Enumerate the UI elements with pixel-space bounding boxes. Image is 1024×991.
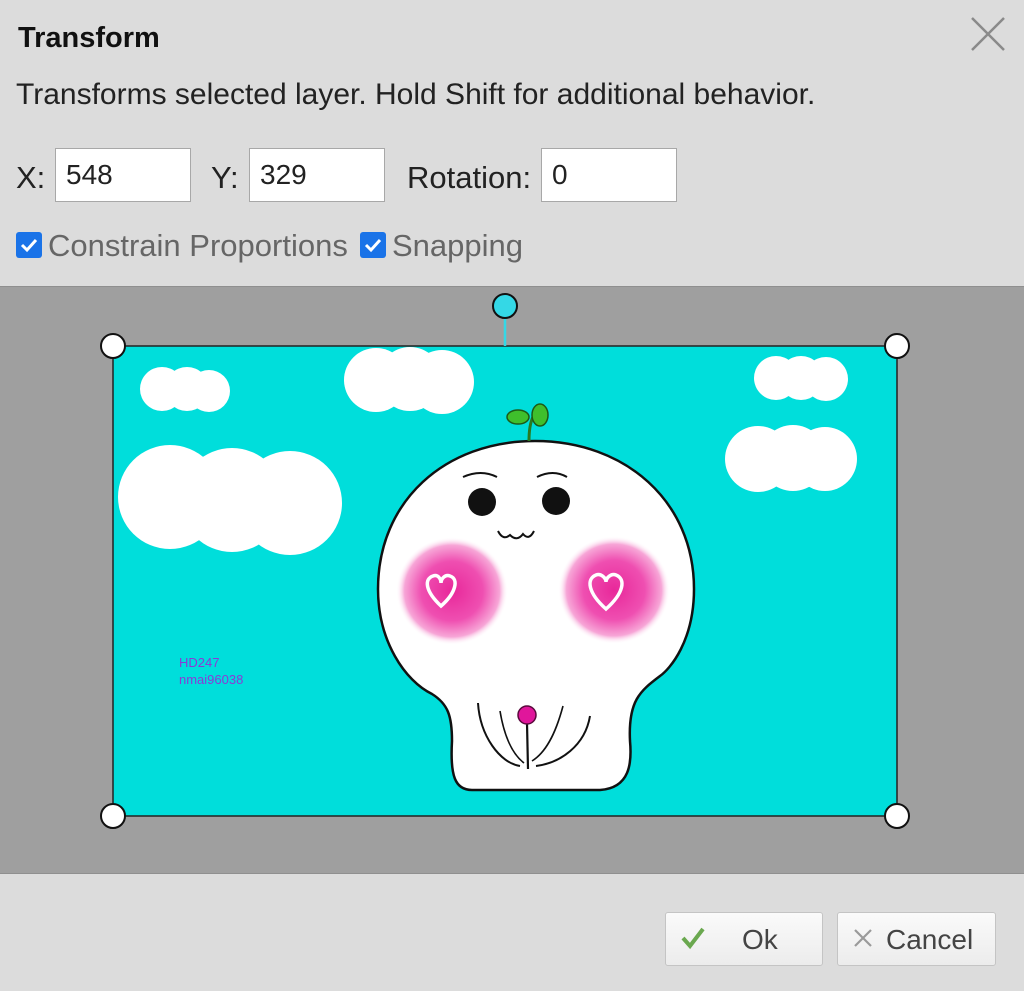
ok-button-label: Ok bbox=[742, 924, 778, 955]
rotate-handle[interactable] bbox=[492, 293, 518, 319]
watermark-line2: nmai96038 bbox=[179, 672, 243, 687]
dialog-title: Transform bbox=[18, 22, 160, 54]
checkmark-icon bbox=[20, 238, 38, 253]
x-icon bbox=[854, 929, 872, 947]
cancel-button-label: Cancel bbox=[886, 924, 974, 955]
y-input[interactable] bbox=[249, 148, 385, 202]
dialog-description: Transforms selected layer. Hold Shift fo… bbox=[16, 78, 816, 111]
checkmark-icon bbox=[364, 238, 382, 253]
layer-image[interactable]: HD247 nmai96038 bbox=[112, 345, 898, 817]
transform-dialog: Transform Transforms selected layer. Hol… bbox=[0, 0, 1024, 991]
close-icon[interactable] bbox=[966, 12, 1010, 56]
resize-handle-bottom-right[interactable] bbox=[884, 803, 910, 829]
x-input[interactable] bbox=[55, 148, 191, 202]
resize-handle-top-left[interactable] bbox=[100, 333, 126, 359]
watermark-line1: HD247 bbox=[179, 655, 219, 670]
transform-preview: HD247 nmai96038 bbox=[0, 286, 1024, 874]
constrain-proportions-label: Constrain Proportions bbox=[48, 228, 348, 263]
snapping-checkbox[interactable] bbox=[360, 232, 386, 258]
y-label: Y: bbox=[211, 160, 239, 195]
resize-handle-top-right[interactable] bbox=[884, 333, 910, 359]
resize-handle-bottom-left[interactable] bbox=[100, 803, 126, 829]
rotation-label: Rotation: bbox=[407, 160, 532, 195]
ok-button[interactable]: Ok bbox=[665, 912, 823, 966]
constrain-proportions-checkbox[interactable] bbox=[16, 232, 42, 258]
rotation-input[interactable] bbox=[541, 148, 677, 202]
cancel-button[interactable]: Cancel bbox=[837, 912, 996, 966]
snapping-label: Snapping bbox=[392, 228, 524, 263]
checkmark-icon bbox=[681, 927, 705, 950]
x-label: X: bbox=[16, 160, 46, 195]
